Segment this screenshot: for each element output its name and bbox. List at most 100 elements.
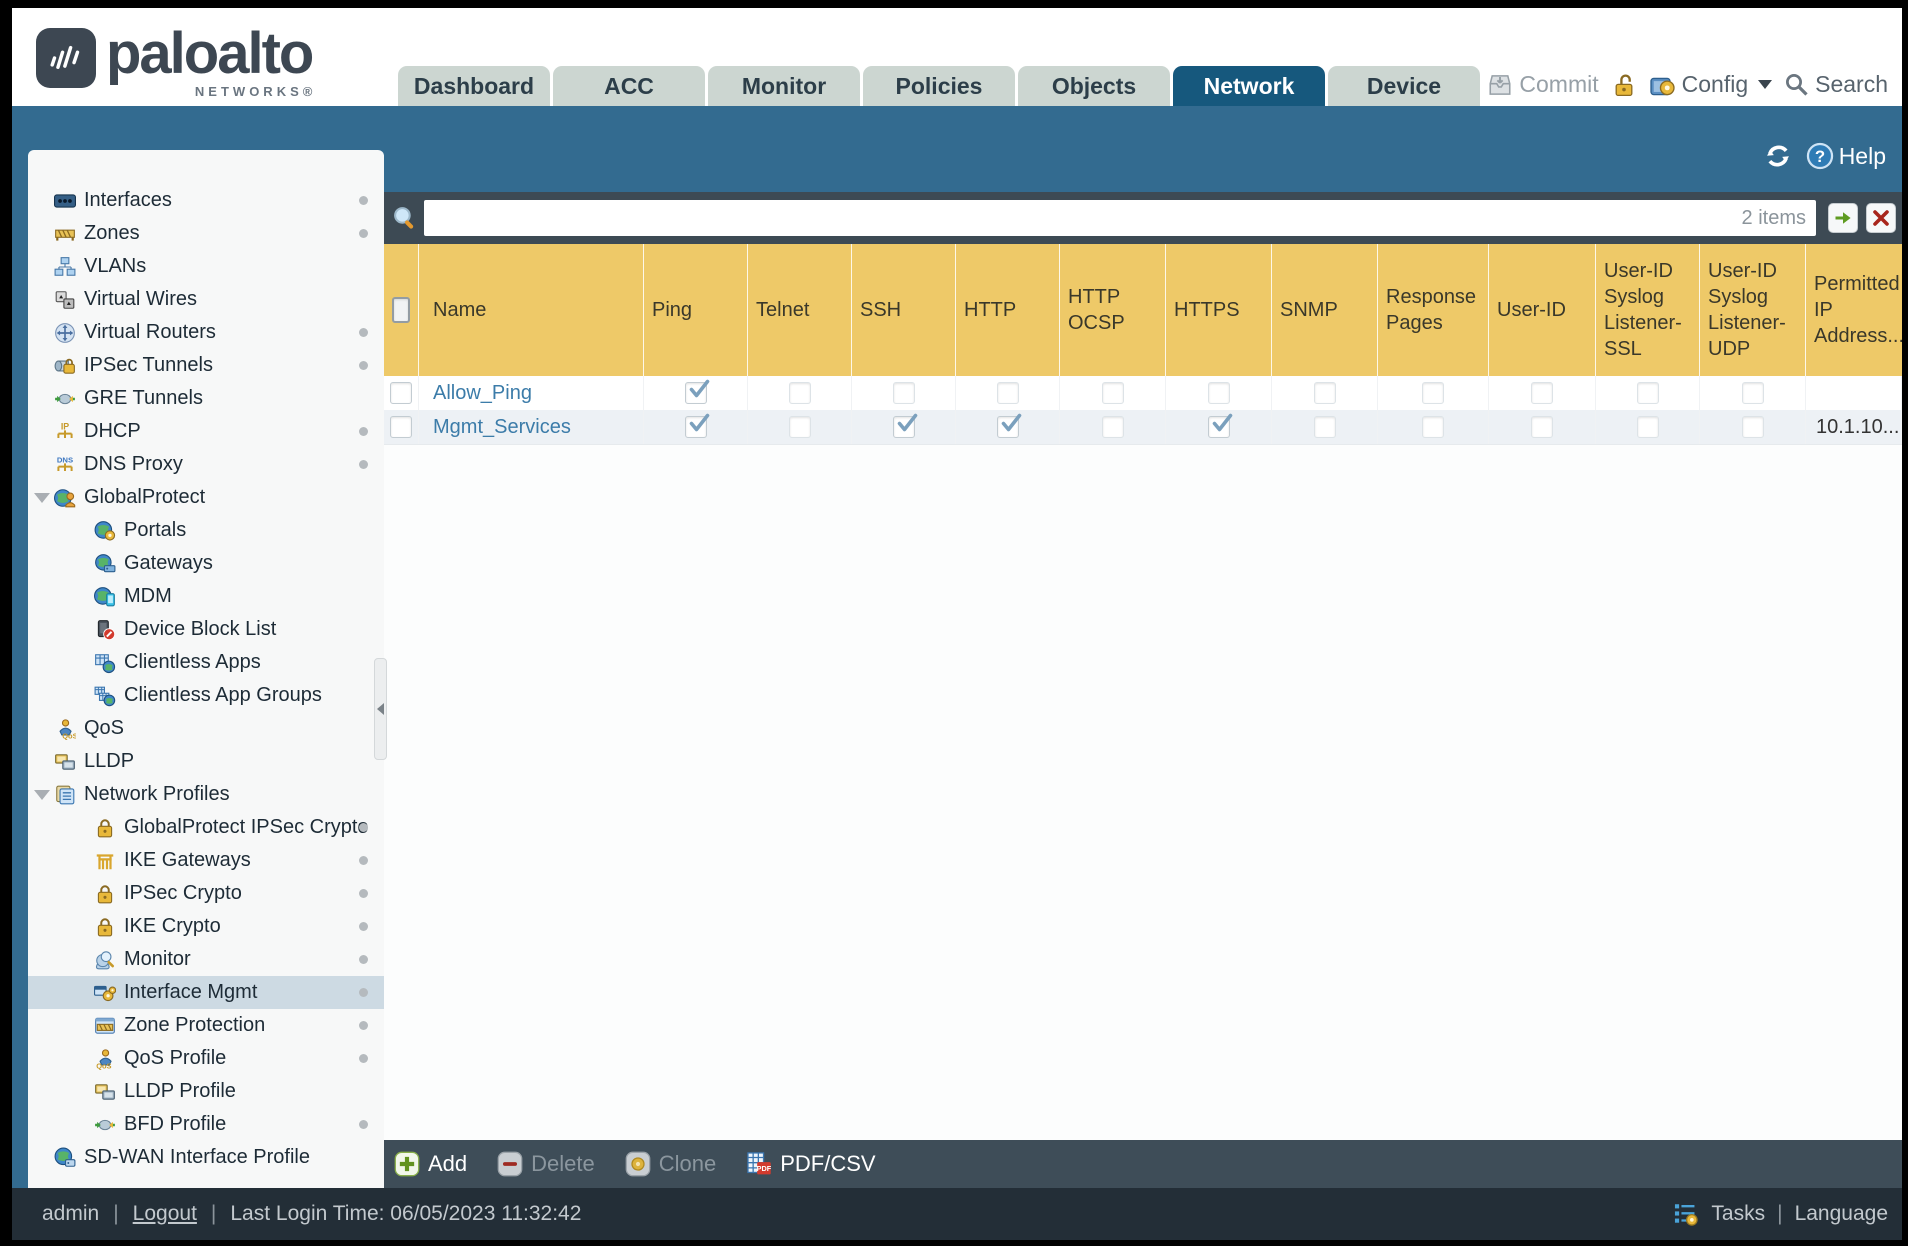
column-header-uid-syslog-ssl[interactable]: User-ID Syslog Listener-SSL bbox=[1596, 244, 1700, 376]
sidebar-item-dns-proxy[interactable]: DNS DNS Proxy bbox=[28, 448, 384, 481]
sidebar-item-virtual-wires[interactable]: Virtual Wires bbox=[28, 283, 384, 316]
apply-filter-button[interactable] bbox=[1828, 203, 1858, 233]
checkbox-ssh-unchecked[interactable] bbox=[892, 382, 915, 404]
global-search-button[interactable]: Search bbox=[1784, 71, 1888, 98]
checkbox-uid-syslog-udp-unchecked[interactable] bbox=[1741, 382, 1764, 404]
lock-unlocked-icon[interactable] bbox=[1611, 72, 1637, 98]
sidebar-item-zone-protection[interactable]: Zone Protection bbox=[28, 1009, 384, 1042]
checkbox-telnet-unchecked[interactable] bbox=[788, 416, 811, 438]
sidebar-collapse-handle[interactable] bbox=[374, 658, 387, 760]
tab-acc[interactable]: ACC bbox=[553, 66, 705, 106]
app-window: paloalto NETWORKS® Dashboard ACC Monitor Po… bbox=[12, 8, 1902, 1240]
checkbox-ping-checked[interactable] bbox=[684, 413, 709, 438]
column-header-response-pages[interactable]: Response Pages bbox=[1378, 244, 1489, 376]
sidebar-item-monitor[interactable]: Monitor bbox=[28, 943, 384, 976]
sidebar-item-ike-gateways[interactable]: IKE Gateways bbox=[28, 844, 384, 877]
sidebar-item-zones[interactable]: Zones bbox=[28, 217, 384, 250]
tab-objects[interactable]: Objects bbox=[1018, 66, 1170, 106]
sidebar-item-device-block-list[interactable]: Device Block List bbox=[28, 613, 384, 646]
sidebar-item-clientless-app-groups[interactable]: Clientless App Groups bbox=[28, 679, 384, 712]
sidebar-item-lldp[interactable]: LLDP bbox=[28, 745, 384, 778]
main-nav-tabs: Dashboard ACC Monitor Policies Objects Networ… bbox=[398, 66, 1480, 106]
logout-link[interactable]: Logout bbox=[133, 1202, 197, 1226]
row-select-checkbox[interactable] bbox=[390, 416, 412, 438]
delete-button[interactable]: Delete bbox=[497, 1151, 595, 1177]
sidebar-item-interface-mgmt[interactable]: Interface Mgmt bbox=[28, 976, 384, 1009]
sidebar-item-virtual-routers[interactable]: Virtual Routers bbox=[28, 316, 384, 349]
column-header-user-id[interactable]: User-ID bbox=[1489, 244, 1596, 376]
add-button[interactable]: Add bbox=[394, 1151, 467, 1177]
checkbox-http-checked[interactable] bbox=[996, 413, 1021, 438]
select-all-checkbox[interactable] bbox=[392, 297, 410, 323]
pdf-csv-button[interactable]: PDF PDF/CSV bbox=[746, 1151, 876, 1177]
checkbox-http-unchecked[interactable] bbox=[996, 382, 1019, 404]
checkbox-uid-syslog-ssl-unchecked[interactable] bbox=[1636, 382, 1659, 404]
sidebar-item-clientless-apps[interactable]: Clientless Apps bbox=[28, 646, 384, 679]
checkbox-telnet-unchecked[interactable] bbox=[788, 382, 811, 404]
checkbox-http-ocsp-unchecked[interactable] bbox=[1101, 416, 1124, 438]
sidebar-item-sd-wan-interface-profile[interactable]: SD-WAN Interface Profile bbox=[28, 1141, 384, 1174]
column-header-ping[interactable]: Ping bbox=[644, 244, 748, 376]
vlans-icon bbox=[54, 256, 76, 278]
refresh-icon[interactable] bbox=[1764, 142, 1792, 170]
column-header-http-ocsp[interactable]: HTTP OCSP bbox=[1060, 244, 1166, 376]
tab-device[interactable]: Device bbox=[1328, 66, 1480, 106]
tab-network[interactable]: Network bbox=[1173, 66, 1325, 106]
sidebar-item-dhcp[interactable]: IP DHCP bbox=[28, 415, 384, 448]
sidebar-item-globalprotect-ipsec-crypto[interactable]: GlobalProtect IPSec Crypto bbox=[28, 811, 384, 844]
clone-button[interactable]: Clone bbox=[625, 1151, 716, 1177]
sidebar-item-vlans[interactable]: VLANs bbox=[28, 250, 384, 283]
column-header-name[interactable]: Name bbox=[419, 244, 644, 376]
sidebar-item-qos[interactable]: QoS QoS bbox=[28, 712, 384, 745]
column-header-telnet[interactable]: Telnet bbox=[748, 244, 852, 376]
column-header-http[interactable]: HTTP bbox=[956, 244, 1060, 376]
filter-input[interactable]: 2 items bbox=[424, 200, 1816, 236]
checkbox-snmp-unchecked[interactable] bbox=[1313, 382, 1336, 404]
checkbox-response-pages-unchecked[interactable] bbox=[1422, 416, 1444, 438]
profile-name-link[interactable]: Mgmt_Services bbox=[433, 416, 571, 439]
table-header: Name Ping Telnet SSH HTTP HTTP OCSP HTTPS SNMP R… bbox=[384, 244, 1902, 376]
sidebar-item-globalprotect[interactable]: GlobalProtect bbox=[28, 481, 384, 514]
sidebar-item-gateways[interactable]: Gateways bbox=[28, 547, 384, 580]
sidebar-item-ipsec-crypto[interactable]: IPSec Crypto bbox=[28, 877, 384, 910]
column-header-https[interactable]: HTTPS bbox=[1166, 244, 1272, 376]
column-header-ssh[interactable]: SSH bbox=[852, 244, 956, 376]
checkbox-ssh-checked[interactable] bbox=[892, 413, 917, 438]
help-button[interactable]: ? Help bbox=[1806, 142, 1886, 170]
sidebar-item-mdm[interactable]: MDM bbox=[28, 580, 384, 613]
expander-down-icon[interactable] bbox=[34, 790, 50, 800]
column-header-snmp[interactable]: SNMP bbox=[1272, 244, 1378, 376]
checkbox-http-ocsp-unchecked[interactable] bbox=[1101, 382, 1124, 404]
clear-filter-button[interactable] bbox=[1866, 203, 1896, 233]
expander-down-icon[interactable] bbox=[34, 493, 50, 503]
row-select-checkbox[interactable] bbox=[390, 382, 412, 404]
checkbox-response-pages-unchecked[interactable] bbox=[1422, 382, 1444, 404]
sidebar-item-network-profiles[interactable]: Network Profiles bbox=[28, 778, 384, 811]
sidebar-item-portals[interactable]: Portals bbox=[28, 514, 384, 547]
profile-name-link[interactable]: Allow_Ping bbox=[433, 382, 532, 405]
checkbox-https-unchecked[interactable] bbox=[1207, 382, 1230, 404]
sidebar-item-qos-profile[interactable]: QoS QoS Profile bbox=[28, 1042, 384, 1075]
checkbox-user-id-unchecked[interactable] bbox=[1531, 416, 1553, 438]
column-header-permitted-ip[interactable]: Permitted IP Address... bbox=[1806, 244, 1902, 376]
sidebar-item-interfaces[interactable]: Interfaces bbox=[28, 184, 384, 217]
checkbox-ping-checked[interactable] bbox=[684, 379, 709, 404]
checkbox-uid-syslog-ssl-unchecked[interactable] bbox=[1636, 416, 1659, 438]
sidebar-item-ike-crypto[interactable]: IKE Crypto bbox=[28, 910, 384, 943]
column-header-uid-syslog-udp[interactable]: User-ID Syslog Listener-UDP bbox=[1700, 244, 1806, 376]
tab-dashboard[interactable]: Dashboard bbox=[398, 66, 550, 106]
sidebar-item-ipsec-tunnels[interactable]: IPSec Tunnels bbox=[28, 349, 384, 382]
config-menu-button[interactable]: Config bbox=[1649, 71, 1773, 98]
commit-button[interactable]: Commit bbox=[1487, 71, 1599, 98]
tasks-button[interactable]: Tasks bbox=[1711, 1202, 1765, 1226]
sidebar-item-bfd-profile[interactable]: BFD Profile bbox=[28, 1108, 384, 1141]
tab-policies[interactable]: Policies bbox=[863, 66, 1015, 106]
checkbox-https-checked[interactable] bbox=[1207, 413, 1232, 438]
sidebar-item-gre-tunnels[interactable]: GRE Tunnels bbox=[28, 382, 384, 415]
language-button[interactable]: Language bbox=[1795, 1202, 1888, 1226]
checkbox-user-id-unchecked[interactable] bbox=[1531, 382, 1553, 404]
checkbox-uid-syslog-udp-unchecked[interactable] bbox=[1741, 416, 1764, 438]
tab-monitor[interactable]: Monitor bbox=[708, 66, 860, 106]
checkbox-snmp-unchecked[interactable] bbox=[1313, 416, 1336, 438]
sidebar-item-lldp-profile[interactable]: LLDP Profile bbox=[28, 1075, 384, 1108]
